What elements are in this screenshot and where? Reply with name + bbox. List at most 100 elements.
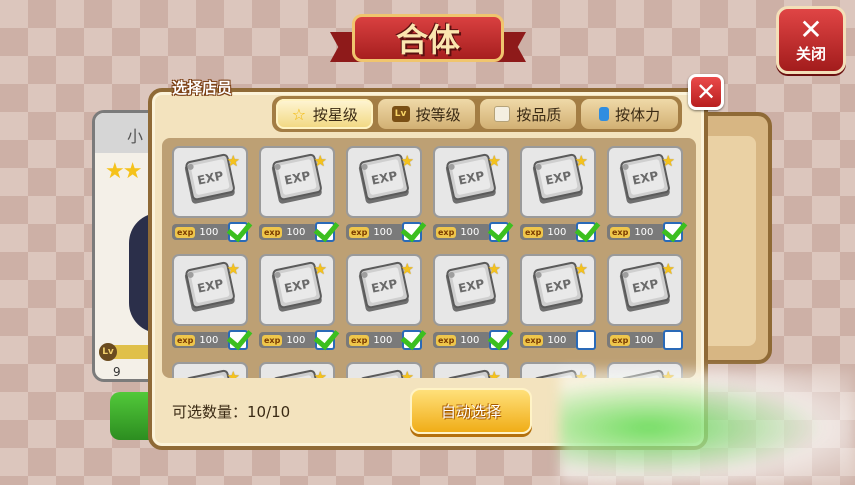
star-badge-icon: ★ xyxy=(574,152,588,170)
exp-row: exp 100 xyxy=(520,224,578,240)
item-frame: EXP ★ xyxy=(607,146,683,218)
star-badge-icon: ★ xyxy=(226,260,240,278)
star-badge-icon: ★ xyxy=(574,260,588,278)
staff-item[interactable]: EXP ★ exp 100 xyxy=(346,254,422,350)
star-badge-icon: ★ xyxy=(487,260,501,278)
close-button-label: 关闭 xyxy=(795,44,826,63)
staff-item[interactable]: EXP ★ exp 100 xyxy=(172,146,248,242)
exp-tag: exp xyxy=(436,334,457,346)
exp-tag: exp xyxy=(349,226,370,238)
exp-row: exp 100 xyxy=(259,224,317,240)
item-grid[interactable]: EXP ★ exp 100 EXP ★ exp 100 EXP ★ exp 10… xyxy=(162,138,696,378)
panel-title: 选择店员 xyxy=(172,79,233,97)
exp-row: exp 100 xyxy=(520,332,578,348)
star-badge-icon: ★ xyxy=(226,152,240,170)
character-level: 9 xyxy=(113,365,121,379)
staff-item[interactable]: EXP ★ exp xyxy=(433,362,509,378)
checkbox-checked[interactable] xyxy=(576,222,596,242)
checkbox-checked[interactable] xyxy=(402,330,422,350)
exp-value: 100 xyxy=(460,334,480,346)
sort-tabs: ☆ 按星级 Lv 按等级 按品质 按体力 xyxy=(272,96,682,132)
item-frame: EXP ★ xyxy=(259,254,335,326)
exp-row: exp 100 xyxy=(346,224,404,240)
staff-item[interactable]: EXP ★ exp 100 xyxy=(346,146,422,242)
star-icon: ☆ xyxy=(291,104,307,124)
item-frame: EXP ★ xyxy=(607,254,683,326)
close-button[interactable]: ✕ 关闭 xyxy=(776,6,846,74)
exp-value: 100 xyxy=(547,334,567,346)
exp-tag: exp xyxy=(349,334,370,346)
checkbox-checked[interactable] xyxy=(489,330,509,350)
exp-tag: exp xyxy=(175,226,196,238)
title-banner: 合体 xyxy=(352,14,504,62)
star-badge-icon: ★ xyxy=(661,152,675,170)
star-badge-icon: ★ xyxy=(400,152,414,170)
checkbox-checked[interactable] xyxy=(663,222,683,242)
tab-label: 按品质 xyxy=(516,105,562,124)
tab-by-star[interactable]: ☆ 按星级 xyxy=(276,99,373,129)
item-frame: EXP ★ xyxy=(520,254,596,326)
exp-row: exp 100 xyxy=(172,224,230,240)
item-frame: EXP ★ xyxy=(259,146,335,218)
exp-value: 100 xyxy=(286,226,306,238)
checkbox-unchecked[interactable] xyxy=(576,330,596,350)
panel-close-button[interactable]: ✕ xyxy=(688,74,724,110)
checkbox-checked[interactable] xyxy=(315,330,335,350)
title-ribbon: 合体 xyxy=(330,10,526,72)
tab-by-level[interactable]: Lv 按等级 xyxy=(377,99,475,129)
close-x-icon: ✕ xyxy=(799,12,823,46)
star-badge-icon: ★ xyxy=(313,260,327,278)
exp-value: 100 xyxy=(199,226,219,238)
checkbox-checked[interactable] xyxy=(489,222,509,242)
exp-row: exp 100 xyxy=(607,332,665,348)
exp-row: exp 100 xyxy=(172,332,230,348)
exp-value: 100 xyxy=(199,334,219,346)
exp-value: 100 xyxy=(634,334,654,346)
staff-item[interactable]: EXP ★ exp 100 xyxy=(607,254,683,350)
star-badge-icon: ★ xyxy=(400,260,414,278)
staff-item[interactable]: EXP ★ exp 100 xyxy=(520,254,596,350)
staff-item[interactable]: EXP ★ exp 100 xyxy=(433,254,509,350)
star-badge-icon: ★ xyxy=(661,260,675,278)
staff-item[interactable]: EXP ★ exp 100 xyxy=(433,146,509,242)
staff-item[interactable]: EXP ★ exp 100 xyxy=(259,146,335,242)
item-frame: EXP ★ xyxy=(346,146,422,218)
item-frame: EXP ★ xyxy=(346,254,422,326)
checkbox-unchecked[interactable] xyxy=(663,330,683,350)
stamina-drop-icon xyxy=(599,107,610,121)
star-badge-icon: ★ xyxy=(487,368,501,378)
quality-icon xyxy=(494,106,511,122)
exp-value: 100 xyxy=(547,226,567,238)
item-frame: EXP ★ xyxy=(259,362,335,378)
checkbox-checked[interactable] xyxy=(402,222,422,242)
staff-item[interactable]: EXP ★ exp 100 xyxy=(259,254,335,350)
checkbox-checked[interactable] xyxy=(228,222,248,242)
exp-tag: exp xyxy=(610,334,631,346)
checkbox-checked[interactable] xyxy=(315,222,335,242)
tab-label: 按等级 xyxy=(415,105,461,124)
level-icon: Lv xyxy=(391,106,410,122)
item-frame: EXP ★ xyxy=(520,146,596,218)
staff-item[interactable]: EXP ★ exp xyxy=(172,362,248,378)
blurred-overlay xyxy=(560,370,855,485)
exp-value: 100 xyxy=(373,226,393,238)
exp-row: exp 100 xyxy=(259,332,317,348)
staff-item[interactable]: EXP ★ exp 100 xyxy=(520,146,596,242)
tab-by-stamina[interactable]: 按体力 xyxy=(581,99,678,129)
staff-item[interactable]: EXP ★ exp xyxy=(346,362,422,378)
level-icon: Lv xyxy=(99,343,117,361)
checkbox-checked[interactable] xyxy=(228,330,248,350)
tab-by-quality[interactable]: 按品质 xyxy=(479,99,577,129)
staff-item[interactable]: EXP ★ exp xyxy=(259,362,335,378)
exp-row: exp 100 xyxy=(607,224,665,240)
auto-select-button[interactable]: 自动选择 xyxy=(410,388,532,434)
star-badge-icon: ★ xyxy=(313,368,327,378)
exp-tag: exp xyxy=(262,334,283,346)
staff-item[interactable]: EXP ★ exp 100 xyxy=(607,146,683,242)
staff-item[interactable]: EXP ★ exp 100 xyxy=(172,254,248,350)
item-frame: EXP ★ xyxy=(172,362,248,378)
exp-value: 100 xyxy=(634,226,654,238)
star-badge-icon: ★ xyxy=(487,152,501,170)
exp-row: exp 100 xyxy=(433,332,491,348)
exp-tag: exp xyxy=(175,334,196,346)
